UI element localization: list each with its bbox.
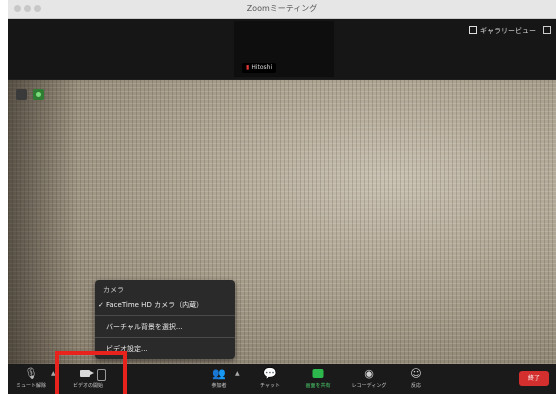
gallery-view-icon [469,26,477,34]
fullscreen-icon[interactable] [543,26,551,34]
share-screen-icon [312,369,324,378]
participants-button[interactable]: 👥 参加者 [204,364,234,394]
video-button-highlight-box [55,351,127,394]
security-icon[interactable] [16,89,27,100]
main-video-area [8,80,556,364]
window-title: Zoomミーティング [246,4,318,13]
microphone-muted-icon: 🎙 [24,367,38,380]
participant-name: Hitoshi [251,64,273,71]
record-button[interactable]: ◉ レコーディング [344,364,394,394]
reaction-label: 反応 [410,383,421,389]
camera-menu-header: カメラ [103,286,124,294]
participants-label: 参加者 [211,383,227,389]
gallery-view-label: ギャラリービュー [480,27,536,35]
title-bar: Zoomミーティング [8,0,556,19]
record-label: レコーディング [351,383,387,389]
participant-name-tag: ▮ Hitoshi [242,63,277,73]
reaction-button[interactable]: ☺ 反応 [402,364,430,394]
menu-divider [95,337,235,338]
chat-icon: 💬 [263,367,277,380]
participants-icon: 👥 [212,367,226,380]
encryption-shield-icon[interactable] [33,89,44,100]
end-meeting-button[interactable]: 終了 [519,371,549,386]
mic-muted-icon: ▮ [246,64,250,71]
participants-chevron-icon[interactable]: ▲ [235,370,240,377]
gallery-view-button[interactable]: ギャラリービュー [469,26,536,36]
virtual-background-label: バーチャル背景を選択... [106,323,183,331]
share-screen-button[interactable]: 画面を共有 [298,364,338,394]
menu-divider [95,315,235,316]
facetime-camera-label: FaceTime HD カメラ（内蔵） [106,301,204,309]
unmute-button[interactable]: 🎙 ミュート解除 [11,364,51,394]
share-screen-label: 画面を共有 [305,383,331,389]
record-icon: ◉ [364,367,374,380]
reaction-icon: ☺ [410,367,422,380]
camera-menu: カメラ ✓ FaceTime HD カメラ（内蔵） バーチャル背景を選択... … [95,280,235,359]
chat-button[interactable]: 💬 チャット [254,364,286,394]
zoom-window: Zoomミーティング ▮ Hitoshi ギャラリービュー カメラ ✓ FaceT… [8,0,556,394]
unmute-label: ミュート解除 [15,383,46,389]
checkmark-icon: ✓ [98,301,104,309]
chat-label: チャット [260,383,280,389]
